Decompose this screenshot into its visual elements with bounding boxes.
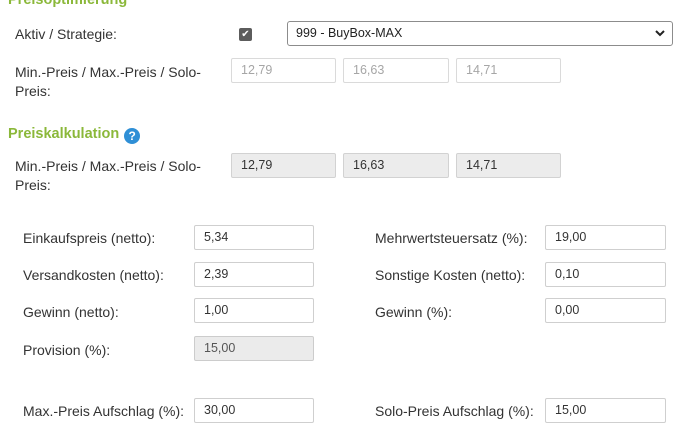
einkaufspreis-input[interactable]: 5,34 xyxy=(194,225,314,250)
provision-readonly: 15,00 xyxy=(194,336,314,361)
preisoptimierung-price-label: Min.-Preis / Max.-Preis / Solo- Preis: xyxy=(15,63,201,101)
price-label-line2: Preis: xyxy=(15,83,51,99)
solo-aufschlag-label: Solo-Preis Aufschlag (%): xyxy=(375,403,534,419)
price-label-line1: Min.-Preis / Max.-Preis / Solo- xyxy=(15,64,201,80)
calc-max-price-readonly: 16,63 xyxy=(343,153,449,178)
price-label-line2: Preis: xyxy=(15,177,51,193)
section-title-preisoptimierung: Preisoptimierung xyxy=(8,0,128,8)
gewinn-pct-label: Gewinn (%): xyxy=(375,304,453,320)
section-title-preiskalkulation: Preiskalkulation? xyxy=(8,125,141,144)
preiskalkulation-price-label: Min.-Preis / Max.-Preis / Solo- Preis: xyxy=(15,157,201,195)
checkmark-icon: ✔ xyxy=(241,29,250,40)
gewinn-netto-label: Gewinn (netto): xyxy=(23,304,119,320)
versandkosten-input[interactable]: 2,39 xyxy=(194,262,314,287)
strategy-select-value: 999 - BuyBox-MAX xyxy=(296,26,403,40)
aktiv-checkbox[interactable]: ✔ xyxy=(239,28,252,41)
opt-max-price-input[interactable]: 16,63 xyxy=(343,58,449,83)
gewinn-pct-input[interactable]: 0,00 xyxy=(545,298,666,323)
strategy-select[interactable]: 999 - BuyBox-MAX xyxy=(287,21,673,46)
preiskalkulation-title-text: Preiskalkulation xyxy=(8,126,120,142)
calc-solo-price-readonly: 14,71 xyxy=(456,153,561,178)
opt-solo-price-input[interactable]: 14,71 xyxy=(456,58,561,83)
aktiv-strategie-label: Aktiv / Strategie: xyxy=(15,26,117,42)
mwst-label: Mehrwertsteuersatz (%): xyxy=(375,230,528,246)
solo-aufschlag-input[interactable]: 15,00 xyxy=(545,398,666,423)
calc-min-price-readonly: 12,79 xyxy=(231,153,336,178)
gewinn-netto-input[interactable]: 1,00 xyxy=(194,298,314,323)
price-label-line1: Min.-Preis / Max.-Preis / Solo- xyxy=(15,158,201,174)
opt-min-price-input[interactable]: 12,79 xyxy=(231,58,336,83)
sonstige-kosten-input[interactable]: 0,10 xyxy=(545,262,666,287)
max-aufschlag-label: Max.-Preis Aufschlag (%): xyxy=(23,403,185,419)
einkaufspreis-label: Einkaufspreis (netto): xyxy=(23,230,156,246)
sonstige-kosten-label: Sonstige Kosten (netto): xyxy=(375,267,526,283)
help-icon[interactable]: ? xyxy=(124,128,141,144)
mwst-input[interactable]: 19,00 xyxy=(545,225,666,250)
versandkosten-label: Versandkosten (netto): xyxy=(23,267,164,283)
provision-label: Provision (%): xyxy=(23,342,111,358)
chevron-down-icon xyxy=(655,30,665,37)
max-aufschlag-input[interactable]: 30,00 xyxy=(194,398,314,423)
